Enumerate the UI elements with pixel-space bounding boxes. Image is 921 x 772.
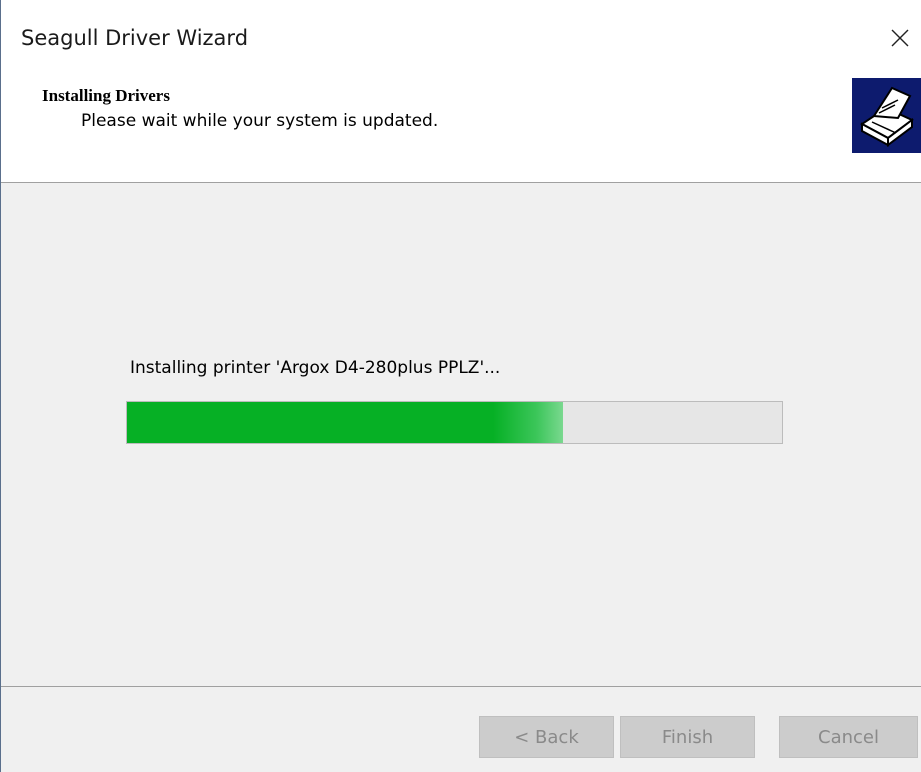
install-status-text: Installing printer 'Argox D4-280plus PPL… (130, 358, 501, 378)
wizard-window: Seagull Driver Wizard Installing Drivers… (0, 0, 921, 772)
close-icon (891, 29, 909, 47)
progress-bar-fill (127, 402, 563, 443)
wizard-header: Installing Drivers Please wait while you… (1, 78, 921, 182)
title-bar: Seagull Driver Wizard (1, 0, 921, 78)
progress-bar (126, 401, 783, 444)
header-title: Installing Drivers (42, 86, 170, 105)
window-title: Seagull Driver Wizard (21, 26, 249, 50)
close-button[interactable] (879, 18, 921, 58)
header-subtitle: Please wait while your system is updated… (81, 111, 439, 131)
wizard-body: Installing printer 'Argox D4-280plus PPL… (1, 183, 921, 686)
printer-icon (852, 78, 921, 153)
finish-button[interactable]: Finish (620, 716, 755, 758)
wizard-footer: < Back Finish Cancel (1, 687, 921, 772)
back-button[interactable]: < Back (479, 716, 614, 758)
cancel-button[interactable]: Cancel (779, 716, 918, 758)
